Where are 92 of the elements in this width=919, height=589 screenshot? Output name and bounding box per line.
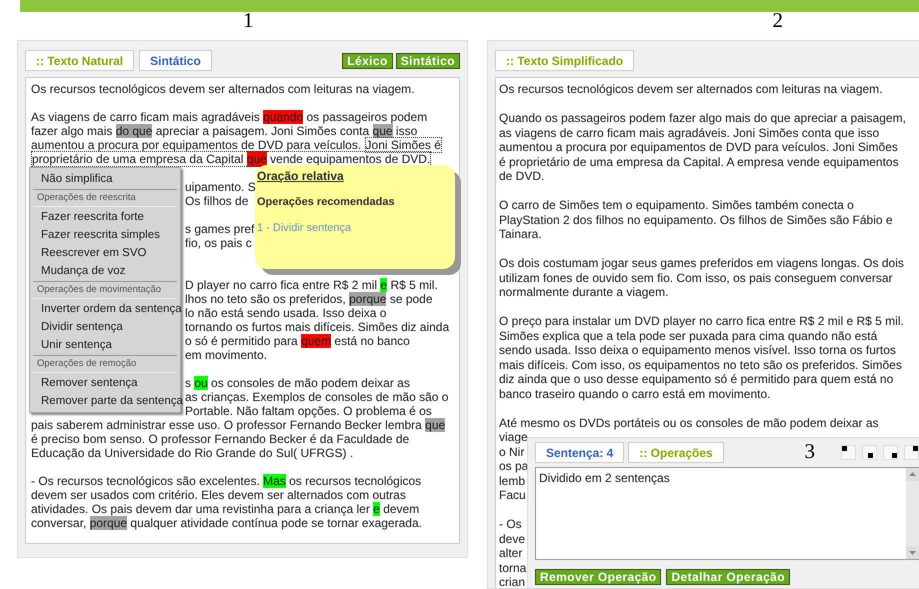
text-line: Os recursos tecnológicos devem ser alternados com leituras na viagem.	[31, 82, 415, 96]
highlighted-word: quando	[263, 110, 304, 124]
tooltip-subtitle: Operações recomendadas	[257, 196, 396, 208]
menu-section-header: Operações de movimentação	[33, 281, 177, 299]
text-line: Simões explica que a tela pode ser puxada para cima quando não está	[499, 328, 878, 343]
text-line: aumentou a procura por equipamentos de DVD para veículos. Joni Simões é	[31, 138, 442, 152]
panel-number: 2	[772, 10, 783, 34]
highlighted-word: Mas	[263, 474, 286, 488]
text-line: alter	[499, 546, 522, 560]
highlighted-word: quem	[301, 334, 332, 348]
scroll-down-icon[interactable]	[906, 546, 919, 559]
text-line: aumentou a procura por equipamentos de DVD para veículos. Joni Simões	[499, 140, 898, 154]
text-line: Portable. Não faltam opções. O problema é os	[185, 404, 432, 418]
text-line: utilizam fones de ouvido sem fio. Com isso, os pais conseguem conversar	[499, 270, 893, 285]
text-line: é preciso bom senso. O professor Fernando Becker é da Faculdade de	[31, 432, 410, 446]
text-line: atividades. Os pais devem dar uma revistinha para a criança ler e devem	[31, 502, 420, 516]
menu-section-header: Operações de remoção	[33, 355, 177, 373]
text-line: conversar, porque qualquer atividade contínua pode se tornar exagerada.	[31, 516, 422, 530]
tab[interactable]: Sintático	[139, 50, 212, 71]
highlighted-word: porque	[90, 516, 128, 530]
menu-item[interactable]: Fazer reescrita simples	[30, 226, 180, 244]
highlighted-word: e	[373, 502, 380, 516]
text-line: lhos no teto são os preferidos, porque se pode	[185, 292, 433, 306]
text-line: Quando os passageiros podem fazer algo mais do que apreciar a paisagem,	[499, 111, 906, 126]
highlighted-word: que	[372, 124, 393, 138]
layout-icon[interactable]	[841, 445, 856, 460]
text-line: as viagens de carro ficam mais agradáveis. Joni Simões conta que isso	[499, 126, 880, 140]
menu-item[interactable]: Unir sentença	[30, 336, 180, 354]
text-line: lo não está sendo usada. Isso deixa o	[185, 306, 386, 320]
highlighted-word: ou	[194, 376, 208, 390]
highlighted-word: que	[425, 418, 446, 432]
highlighted-word: e	[380, 278, 388, 292]
text-line: O carro de Simões tem o equipamento. Simões também conecta o	[499, 198, 854, 212]
text-line: fio, os pais c	[185, 236, 252, 250]
text-line: sendo usada. Isso deixa o equipamento menos visível. Isso torna os furtos	[499, 343, 896, 358]
text-line: Facu	[499, 488, 526, 502]
text-line: - Os recursos tecnológicos são excelentes. Mas os recursos tecnológicos	[31, 474, 422, 488]
text-line: normalmente durante a viagem.	[499, 285, 668, 300]
text-line: banco traseiro quando o carro está em movimento.	[499, 386, 770, 401]
menu-item[interactable]: Reescrever em SVO	[30, 244, 180, 262]
menu-item[interactable]: Mudança de voz	[30, 262, 180, 280]
text-line: D player no carro fica entre R$ 2 mil e R$ 5 mil.	[185, 278, 438, 292]
text-line: s games pref	[185, 222, 254, 236]
text-line: As viagens de carro ficam mais agradáveis quando os passageiros podem	[31, 110, 428, 124]
text-line: fazer algo mais do que apreciar a paisagem. Joni Simões conta que isso	[31, 124, 418, 138]
text-line: uipamento. S	[185, 180, 256, 194]
text-line: devem ser usados com critério. Eles devem ser alternados com outras	[31, 488, 406, 502]
text-line: s ou os consoles de mão podem deixar as	[185, 376, 410, 390]
text-line: é proprietário de uma empresa da Capital. A empresa vende equipamentos	[499, 154, 899, 169]
text-line: mais difíceis. Com isso, os equipamentos no teto são os preferidos. Simões	[499, 358, 902, 372]
text-line: o Nir	[499, 444, 524, 459]
layout-icon[interactable]	[904, 445, 919, 460]
highlighted-word: que	[246, 151, 267, 167]
menu-item[interactable]: Fazer reescrita forte	[30, 208, 180, 226]
text-line: crian	[499, 575, 526, 588]
menu-section-header: Operações de reescrita	[33, 189, 177, 207]
text-line: Até mesmo os DVDs portáteis ou os consoles de mão podem deixar as	[499, 416, 879, 430]
tab[interactable]: Sentença: 4	[535, 442, 624, 463]
text-line: - Os	[499, 517, 522, 532]
text-line: de DVD.	[499, 169, 544, 184]
text-line: lemb	[499, 474, 526, 488]
text-line: Educação da Universidade do Rio Grande do Sul( UFRGS) .	[31, 446, 354, 460]
panel-number: 1	[243, 10, 254, 34]
text-line: PlayStation 2 dos filhos no equipamento. Os filhos de Simões são Fábio e	[499, 212, 893, 227]
text-line: Os dois costumam jogar seus games preferidos em viagens longas. Os dois	[499, 256, 904, 270]
scroll-up-icon[interactable]	[906, 468, 919, 481]
highlighted-word: do que	[116, 124, 152, 138]
highlighted-word: porque	[349, 292, 386, 306]
text-line: as crianças. Exemplos de consoles de mão são o	[185, 390, 448, 404]
layout-icon[interactable]	[862, 445, 877, 460]
menu-item[interactable]: Dividir sentença	[30, 318, 180, 336]
text-line: Os recursos tecnológicos devem ser alternados com leituras na viagem.	[499, 82, 883, 96]
text-line: deve	[499, 532, 526, 546]
text-line: torna	[499, 560, 526, 575]
text-line: pais saberem administrar esse uso. O professor Fernando Becker lembra que	[31, 418, 446, 432]
text-line: diz ainda que o uso desse equipamento só é permitido para quem está no	[499, 372, 894, 386]
panel-number: 3	[804, 441, 815, 462]
layout-icon[interactable]	[883, 445, 898, 460]
menu-item[interactable]: Remover sentença	[30, 374, 180, 392]
text-line: tornando os furtos mais difíceis. Simões diz ainda	[185, 320, 450, 334]
menu-item[interactable]: Não simplifica	[30, 170, 180, 188]
menu-item[interactable]: Inverter ordem da sentença	[30, 300, 180, 318]
text-line: Os filhos de	[185, 194, 248, 208]
selected-sentence-text: Joni Simões é	[364, 137, 442, 153]
text-line: Tainara.	[499, 227, 542, 242]
tooltip-title: Oração relativa	[257, 169, 345, 183]
text-line: O preço para instalar um DVD player no carro fica entre R$ 2 mil e R$ 5 mil.	[499, 314, 904, 328]
text-line: o só é permitido para quem está no banco	[185, 334, 410, 348]
text-field[interactable]: Dividido em 2 sentenças	[535, 467, 919, 560]
scrollbar[interactable]	[906, 468, 919, 559]
text-line: viage	[499, 430, 528, 444]
text-line: em movimento.	[185, 348, 268, 362]
